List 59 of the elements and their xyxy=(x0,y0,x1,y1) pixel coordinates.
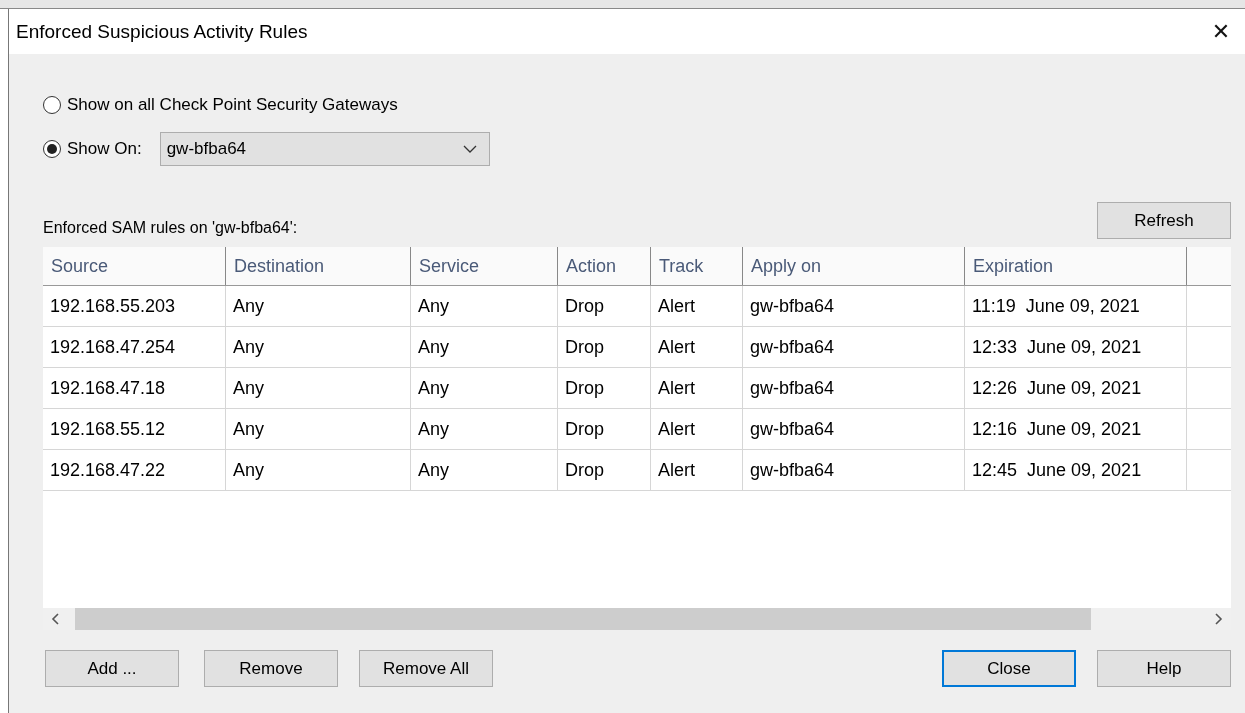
table-cell: Any xyxy=(411,368,558,408)
table-cell: Any xyxy=(226,286,411,326)
column-header[interactable]: Service xyxy=(411,247,558,285)
refresh-button[interactable]: Refresh xyxy=(1097,202,1231,239)
column-header[interactable]: Apply on xyxy=(743,247,965,285)
table-cell: 11:19 June 09, 2021 xyxy=(965,286,1187,326)
table-cell: gw-bfba64 xyxy=(743,409,965,449)
table-cell: Alert xyxy=(651,409,743,449)
dialog-button[interactable]: Remove All xyxy=(359,650,493,687)
table-cell: gw-bfba64 xyxy=(743,368,965,408)
rules-label: Enforced SAM rules on 'gw-bfba64': xyxy=(43,219,298,237)
column-header[interactable]: Destination xyxy=(226,247,411,285)
chevron-down-icon xyxy=(462,145,477,153)
dialog-button[interactable]: Help xyxy=(1097,650,1231,687)
table-cell: 192.168.47.22 xyxy=(43,450,226,490)
table-cell: Alert xyxy=(651,286,743,326)
table-cell: gw-bfba64 xyxy=(743,450,965,490)
close-button[interactable]: ✕ xyxy=(1197,11,1245,52)
table-cell: Any xyxy=(226,327,411,367)
table-cell: 192.168.47.254 xyxy=(43,327,226,367)
radio-button[interactable] xyxy=(43,140,61,158)
table-cell: 192.168.47.18 xyxy=(43,368,226,408)
table-cell: 12:33 June 09, 2021 xyxy=(965,327,1187,367)
table-cell: 12:26 June 09, 2021 xyxy=(965,368,1187,408)
dialog-button[interactable]: Remove xyxy=(204,650,338,687)
dialog-button[interactable]: Add ... xyxy=(45,650,179,687)
table-cell: Alert xyxy=(651,450,743,490)
scroll-right-icon[interactable] xyxy=(1213,613,1223,625)
table-cell: 192.168.55.12 xyxy=(43,409,226,449)
table-cell: 192.168.55.203 xyxy=(43,286,226,326)
table-cell: Drop xyxy=(558,327,651,367)
table-cell: Alert xyxy=(651,368,743,408)
table-cell: Alert xyxy=(651,327,743,367)
column-header[interactable]: Action xyxy=(558,247,651,285)
table-cell: Any xyxy=(226,450,411,490)
table-cell: Any xyxy=(411,450,558,490)
table-cell: Any xyxy=(411,409,558,449)
dialog-button[interactable]: Close xyxy=(942,650,1076,687)
column-header[interactable]: Source xyxy=(43,247,226,285)
table-cell: Drop xyxy=(558,286,651,326)
table-cell: Any xyxy=(411,286,558,326)
table-cell: Any xyxy=(411,327,558,367)
table-cell: Any xyxy=(226,368,411,408)
column-header[interactable]: Track xyxy=(651,247,743,285)
table-cell: Drop xyxy=(558,368,651,408)
column-header[interactable]: Expiration xyxy=(965,247,1187,285)
gateway-dropdown[interactable]: gw-bfba64 xyxy=(159,132,490,166)
table-cell: gw-bfba64 xyxy=(743,327,965,367)
radio-button[interactable] xyxy=(43,96,61,114)
window-title: Enforced Suspicious Activity Rules xyxy=(16,20,308,43)
table-cell: 12:16 June 09, 2021 xyxy=(965,409,1187,449)
radio-label[interactable]: Show On: xyxy=(67,139,142,159)
table-cell: gw-bfba64 xyxy=(743,286,965,326)
table-cell: Drop xyxy=(558,450,651,490)
table-cell: Any xyxy=(226,409,411,449)
scroll-left-icon[interactable] xyxy=(51,613,61,625)
table-cell: Drop xyxy=(558,409,651,449)
table-cell: 12:45 June 09, 2021 xyxy=(965,450,1187,490)
radio-label[interactable]: Show on all Check Point Security Gateways xyxy=(67,95,398,115)
